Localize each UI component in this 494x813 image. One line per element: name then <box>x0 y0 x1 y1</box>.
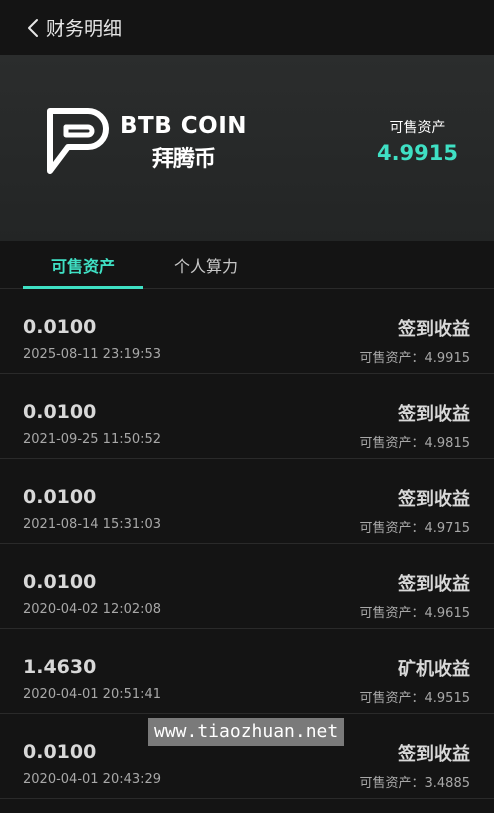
asset-label: 可售资产 <box>389 120 446 136</box>
record-time: 2020-04-01 20:51:41 <box>23 687 162 702</box>
record-time: 2021-09-25 11:50:52 <box>23 432 162 447</box>
record-balance: 可售资产：4.9915 <box>359 351 471 366</box>
list-item[interactable]: 0.0100 2025-08-11 23:19:53 签到收益 可售资产：4.9… <box>0 289 494 374</box>
logo-cn: 拜腾币 <box>152 147 216 172</box>
record-balance: 可售资产：3.4885 <box>359 776 471 791</box>
record-amount: 0.0100 <box>23 486 97 508</box>
record-time: 2021-08-14 15:31:03 <box>23 517 162 532</box>
record-amount: 1.4630 <box>23 656 97 678</box>
top-bar: 财务明细 <box>0 0 494 55</box>
list-item[interactable]: 1.4630 2020-04-01 20:51:41 矿机收益 可售资产：4.9… <box>0 629 494 714</box>
tab-bar: 可售资产 个人算力 <box>0 241 494 289</box>
record-type: 签到收益 <box>398 319 470 340</box>
logo-text: BTB COIN 拜腾币 <box>120 113 247 173</box>
page-title: 财务明细 <box>46 18 123 40</box>
record-type: 签到收益 <box>398 744 470 765</box>
record-balance: 可售资产：4.9715 <box>359 521 471 536</box>
asset-summary: 可售资产 4.9915 <box>377 117 458 165</box>
asset-value: 4.9915 <box>376 141 458 165</box>
record-balance: 可售资产：4.9615 <box>359 606 471 621</box>
asset-banner: BTB COIN 拜腾币 可售资产 4.9915 <box>0 55 494 241</box>
record-amount: 0.0100 <box>23 401 97 423</box>
record-balance: 可售资产：4.9515 <box>359 691 471 706</box>
record-time: 2020-04-01 20:43:29 <box>23 772 162 787</box>
record-type: 签到收益 <box>398 404 470 425</box>
record-time: 2025-08-11 23:19:53 <box>23 347 162 362</box>
chevron-left-icon[interactable] <box>22 17 44 39</box>
record-type: 签到收益 <box>398 489 470 510</box>
record-balance: 可售资产：4.9815 <box>359 436 471 451</box>
list-item[interactable]: 0.0100 2020-04-02 12:02:08 签到收益 可售资产：4.9… <box>0 544 494 629</box>
tab-personal-hashrate[interactable]: 个人算力 <box>146 241 266 288</box>
tab-sellable-assets[interactable]: 可售资产 <box>23 241 143 288</box>
record-time: 2020-04-02 12:02:08 <box>23 602 162 617</box>
watermark: www.tiaozhuan.net <box>148 718 345 746</box>
record-amount: 0.0100 <box>23 571 97 593</box>
record-amount: 0.0100 <box>23 316 97 338</box>
record-type: 签到收益 <box>398 574 470 595</box>
record-type: 矿机收益 <box>398 659 470 680</box>
list-item[interactable]: 0.0100 2021-08-14 15:31:03 签到收益 可售资产：4.9… <box>0 459 494 544</box>
record-amount: 0.0100 <box>23 741 97 763</box>
logo-en: BTB COIN <box>120 113 247 139</box>
list-item[interactable]: 0.0100 2021-09-25 11:50:52 签到收益 可售资产：4.9… <box>0 374 494 459</box>
btb-logo-icon <box>44 105 110 181</box>
